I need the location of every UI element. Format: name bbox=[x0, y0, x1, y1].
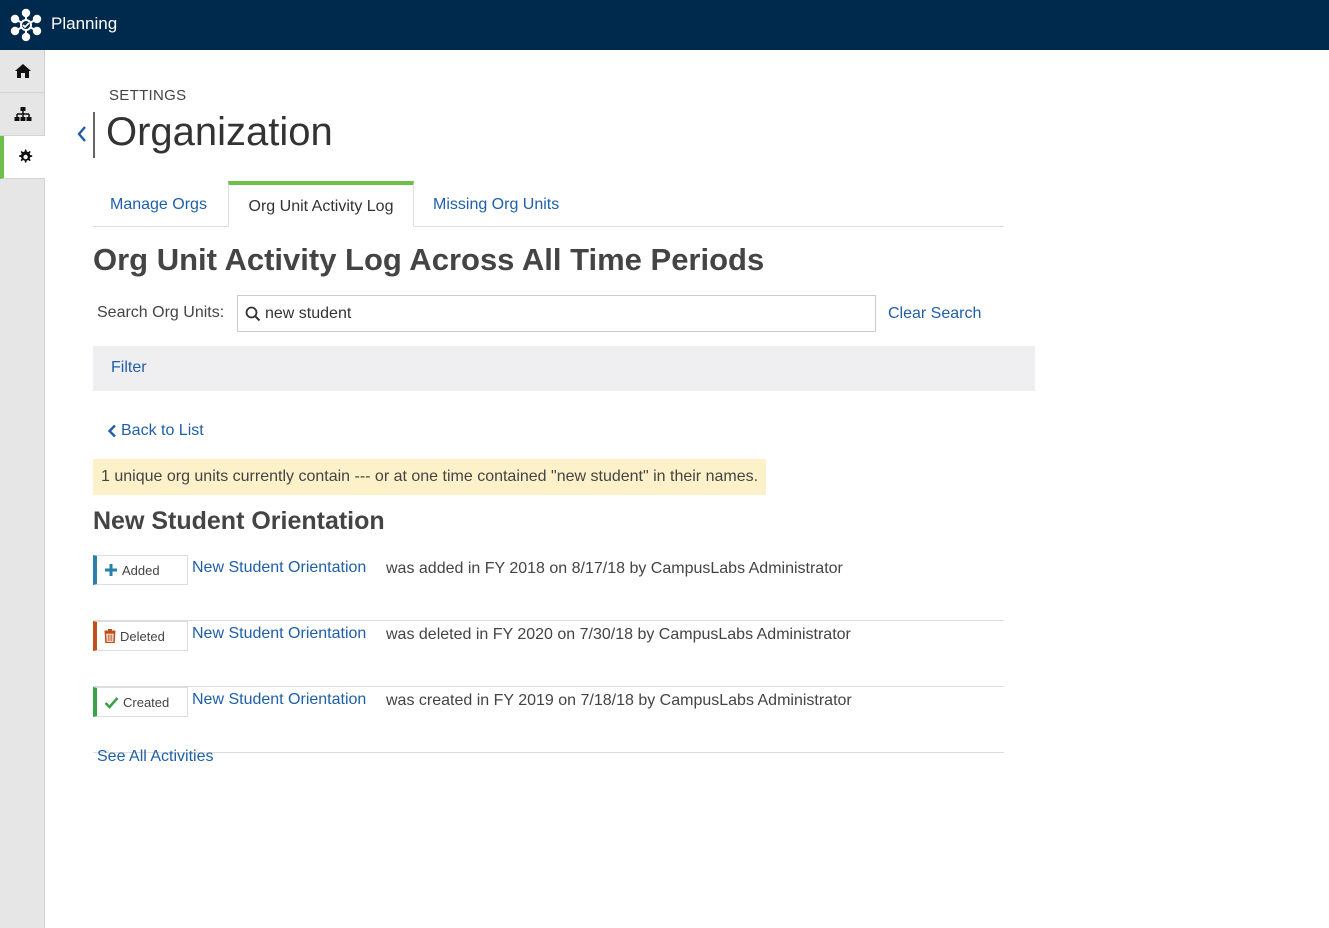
activity-org-link[interactable]: New Student Orientation bbox=[192, 691, 366, 709]
page-title: Organization bbox=[106, 110, 333, 154]
tab-bar: Manage Orgs Org Unit Activity Log Missin… bbox=[93, 181, 1004, 227]
tab-manage-orgs[interactable]: Manage Orgs bbox=[110, 182, 207, 227]
activity-description: was added in FY 2018 on 8/17/18 by Campu… bbox=[386, 560, 843, 577]
check-icon bbox=[104, 696, 119, 709]
top-bar: Planning bbox=[0, 0, 1329, 50]
breadcrumb: SETTINGS bbox=[109, 87, 187, 104]
activity-type: Created bbox=[123, 694, 170, 710]
activity-badge-added: Added bbox=[93, 555, 188, 585]
sidebar-item-settings[interactable] bbox=[0, 136, 45, 179]
see-all-activities-link[interactable]: See All Activities bbox=[97, 748, 214, 766]
org-unit-title: New Student Orientation bbox=[93, 507, 385, 535]
search-icon bbox=[245, 306, 261, 321]
trash-icon bbox=[104, 629, 116, 643]
activity-badge-deleted: Deleted bbox=[93, 621, 188, 651]
activity-description: was created in FY 2019 on 7/18/18 by Cam… bbox=[386, 692, 852, 709]
activity-type: Deleted bbox=[120, 628, 165, 644]
activity-org-link[interactable]: New Student Orientation bbox=[192, 559, 366, 577]
activity-row-added: Added New Student Orientation was added … bbox=[93, 555, 1004, 621]
results-notice: 1 unique org units currently contain ---… bbox=[93, 459, 767, 495]
section-title: Org Unit Activity Log Across All Time Pe… bbox=[93, 242, 765, 277]
chevron-left-icon bbox=[107, 424, 116, 438]
gear-icon bbox=[18, 149, 32, 163]
activity-row-created: Created New Student Orientation was crea… bbox=[93, 687, 1004, 753]
org-chart-icon bbox=[14, 107, 31, 121]
activity-org-link[interactable]: New Student Orientation bbox=[192, 625, 366, 643]
search-box bbox=[237, 295, 876, 332]
activity-type: Added bbox=[122, 562, 160, 578]
sidebar-item-org-chart[interactable] bbox=[0, 93, 45, 136]
tab-missing-org-units[interactable]: Missing Org Units bbox=[433, 182, 559, 227]
search-input[interactable] bbox=[265, 304, 845, 323]
tab-org-unit-activity-log[interactable]: Org Unit Activity Log bbox=[228, 181, 414, 227]
network-logo-icon[interactable] bbox=[8, 8, 44, 42]
sidebar bbox=[0, 50, 45, 928]
clear-search-link[interactable]: Clear Search bbox=[888, 305, 981, 323]
home-icon bbox=[14, 64, 31, 78]
tab-label: Missing Org Units bbox=[433, 195, 560, 213]
main-content: SETTINGS Organization Manage Orgs Org Un… bbox=[45, 50, 1329, 928]
title-divider bbox=[93, 112, 95, 158]
search-label: Search Org Units: bbox=[97, 304, 225, 321]
tab-label: Org Unit Activity Log bbox=[248, 197, 394, 215]
filter-toggle[interactable]: Filter bbox=[111, 359, 147, 377]
chevron-left-icon[interactable] bbox=[75, 124, 89, 144]
filter-bar: Filter bbox=[93, 346, 1035, 391]
plus-icon bbox=[105, 564, 117, 576]
sidebar-item-home[interactable] bbox=[0, 50, 45, 93]
app-title: Planning bbox=[51, 14, 118, 33]
tab-label: Manage Orgs bbox=[110, 195, 207, 213]
back-to-list-link[interactable]: Back to List bbox=[107, 422, 204, 440]
back-to-list-label: Back to List bbox=[121, 422, 204, 439]
activity-badge-created: Created bbox=[93, 687, 188, 717]
activity-description: was deleted in FY 2020 on 7/30/18 by Cam… bbox=[386, 626, 851, 643]
activity-row-deleted: Deleted New Student Orientation was dele… bbox=[93, 621, 1004, 687]
